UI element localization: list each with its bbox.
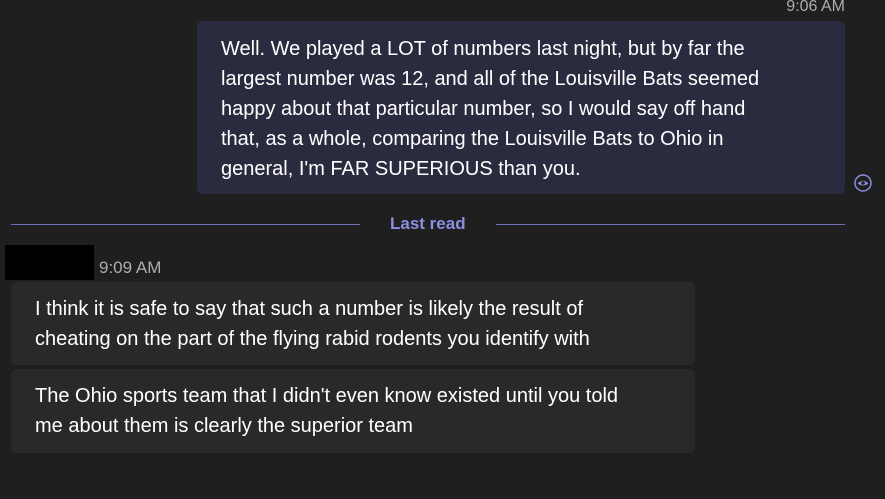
received-message-timestamp: 9:09 AM <box>99 258 162 277</box>
redacted-sender-name <box>5 245 94 280</box>
message-line: me about them is clearly the superior te… <box>35 415 413 437</box>
message-line: The Ohio sports team that I didn't even … <box>35 385 619 407</box>
last-read-label: Last read <box>390 214 466 233</box>
last-read-divider: Last read <box>11 212 845 238</box>
eye-icon <box>854 174 872 192</box>
message-line: general, I'm FAR SUPERIOUS than you. <box>221 158 581 180</box>
divider-line <box>11 224 360 225</box>
divider-line <box>496 224 845 225</box>
message-line: cheating on the part of the flying rabid… <box>35 328 590 350</box>
message-line: that, as a whole, comparing the Louisvil… <box>221 128 724 150</box>
message-line: I think it is safe to say that such a nu… <box>35 298 584 320</box>
message-line: Well. We played a LOT of numbers last ni… <box>221 38 745 60</box>
chat-thread: 9:06 AM Well. We played a LOT of numbers… <box>0 0 885 499</box>
sent-message-timestamp: 9:06 AM <box>786 0 845 15</box>
message-line: happy about that particular number, so I… <box>221 98 746 120</box>
message-line: largest number was 12, and all of the Lo… <box>221 68 760 90</box>
sent-message-bubble[interactable]: Well. We played a LOT of numbers last ni… <box>197 21 845 194</box>
received-message-bubble[interactable]: I think it is safe to say that such a nu… <box>11 282 695 365</box>
received-message-bubble[interactable]: The Ohio sports team that I didn't even … <box>11 369 695 453</box>
